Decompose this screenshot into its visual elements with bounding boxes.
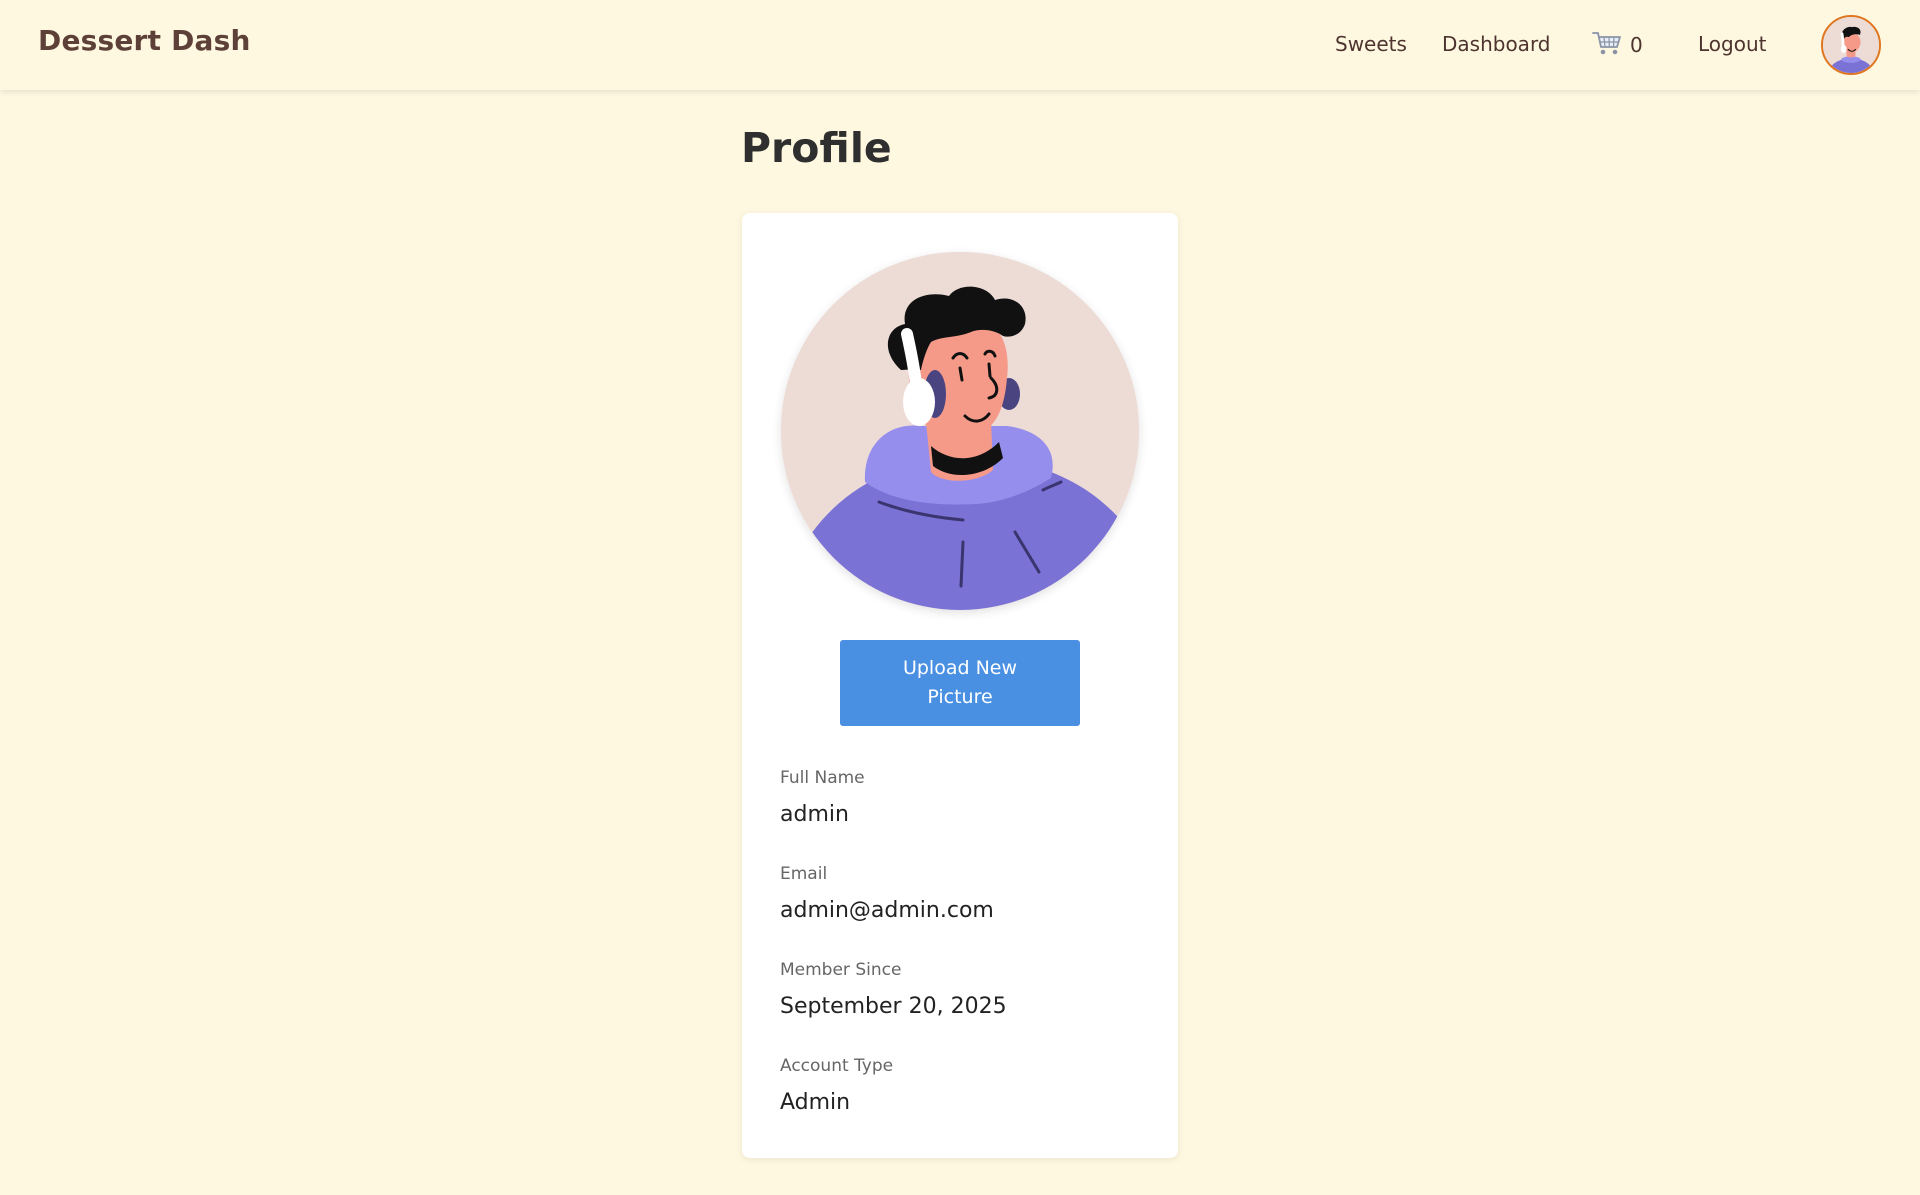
shopping-cart-icon — [1592, 30, 1622, 60]
full-name-value: admin — [780, 802, 849, 827]
user-avatar-icon[interactable] — [1821, 15, 1881, 75]
email-value: admin@admin.com — [780, 898, 994, 923]
top-navbar: Dessert Dash Sweets Dashboard 0 Logout — [0, 0, 1920, 90]
profile-card: Upload New Picture Full Name admin Email… — [742, 213, 1178, 1158]
headphones-user-avatar-icon — [781, 252, 1139, 610]
account-type-value: Admin — [780, 1090, 851, 1115]
nav-link-sweets[interactable]: Sweets — [1335, 32, 1407, 56]
brand-logo[interactable]: Dessert Dash — [38, 24, 251, 57]
logout-button[interactable]: Logout — [1698, 32, 1766, 56]
nav-link-dashboard[interactable]: Dashboard — [1442, 32, 1551, 56]
cart-count-badge: 0 — [1630, 33, 1643, 57]
member-since-value: September 20, 2025 — [780, 994, 1007, 1019]
cart-link[interactable]: 0 — [1592, 30, 1643, 60]
member-since-label: Member Since — [780, 960, 902, 980]
upload-picture-button[interactable]: Upload New Picture — [840, 640, 1080, 726]
email-label: Email — [780, 864, 828, 884]
full-name-label: Full Name — [780, 768, 865, 788]
page-title: Profile — [741, 124, 892, 172]
account-type-label: Account Type — [780, 1056, 894, 1076]
